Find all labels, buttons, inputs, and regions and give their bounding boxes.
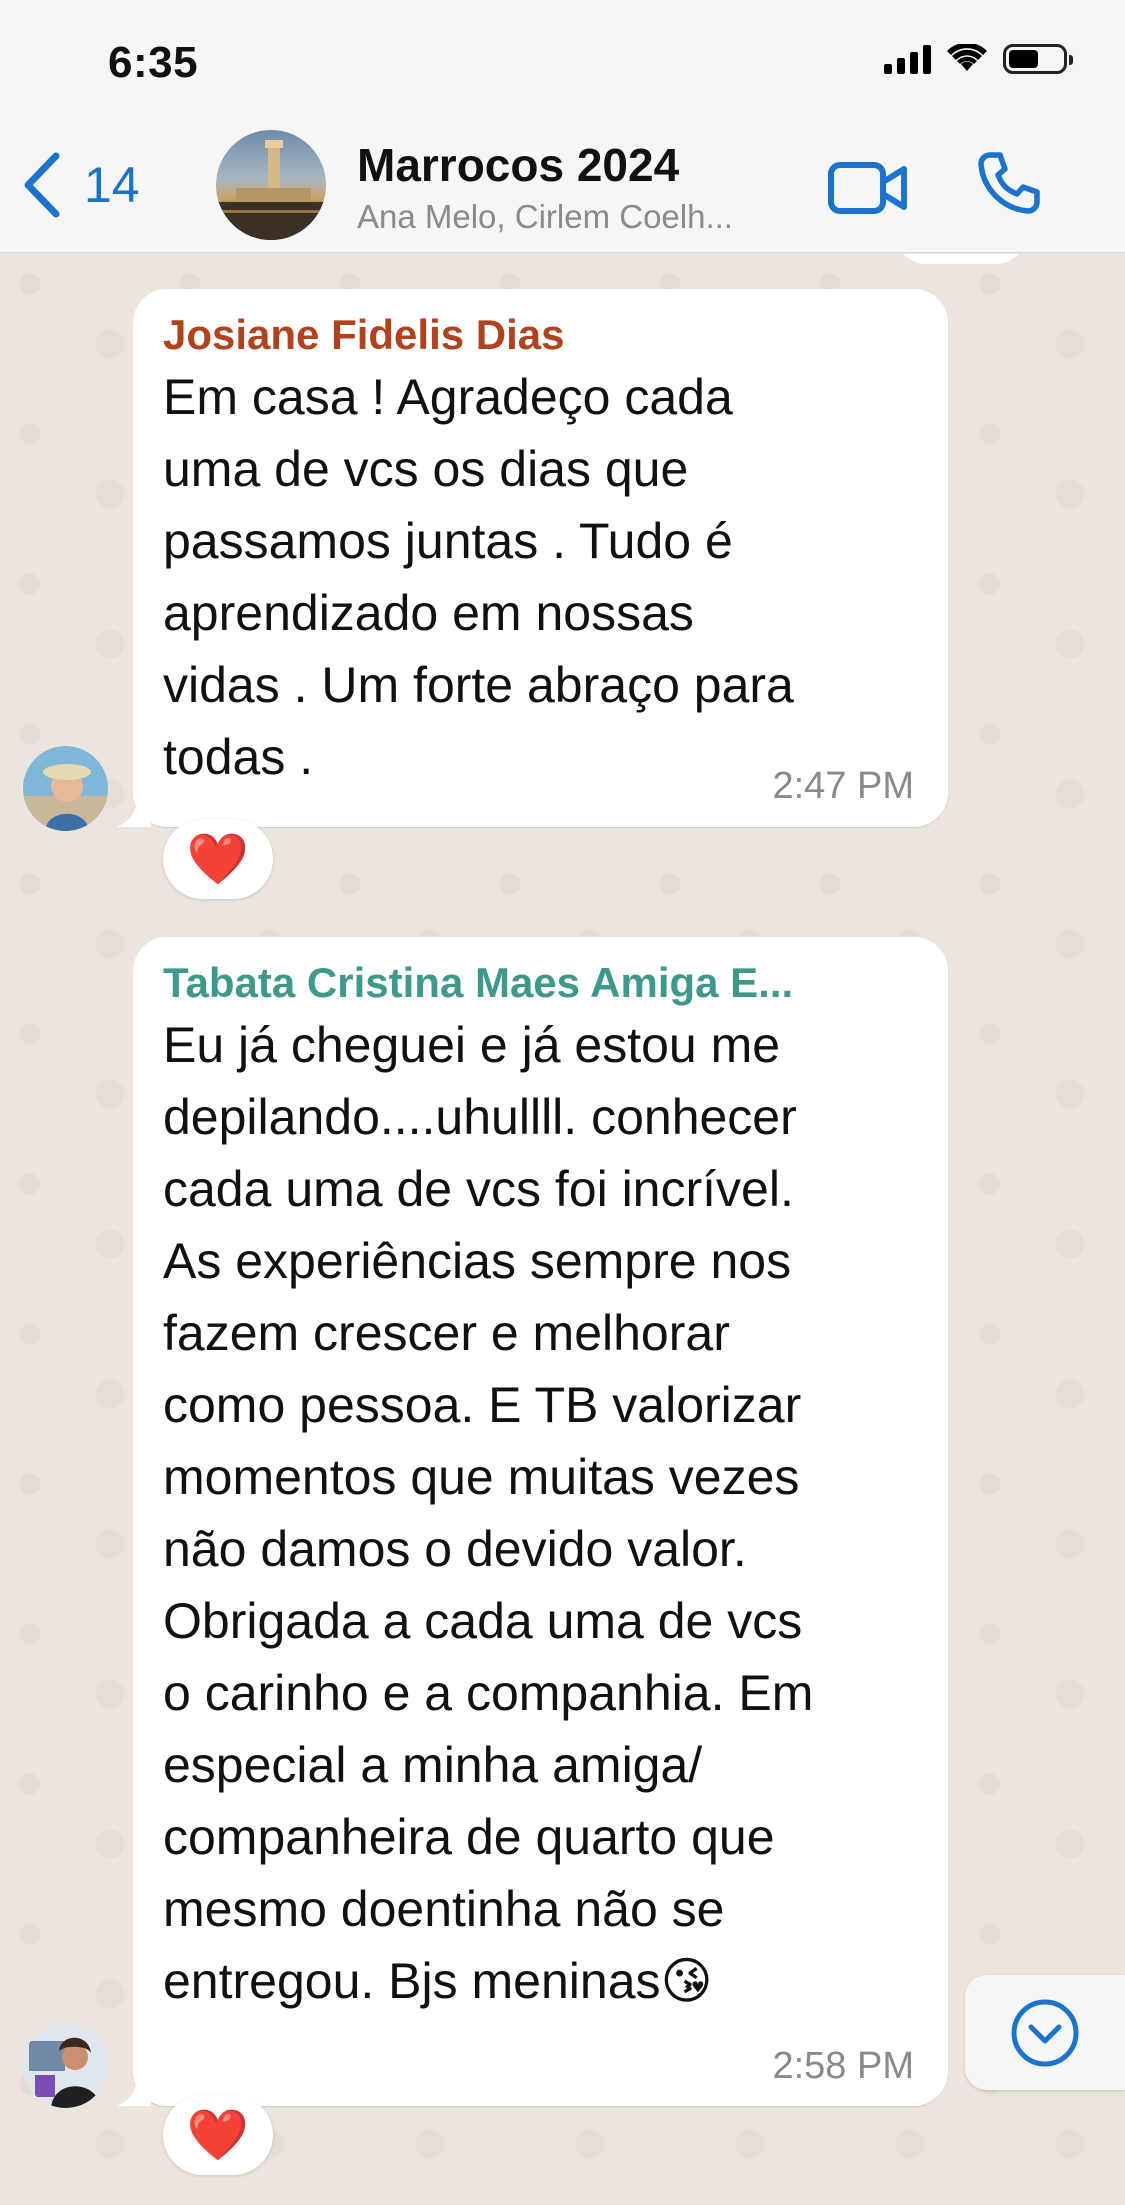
voice-call-button[interactable] <box>976 150 1042 221</box>
video-call-button[interactable] <box>828 160 908 221</box>
heart-icon: ❤️ <box>186 2105 250 2164</box>
chevron-left-icon <box>24 152 60 218</box>
heart-icon: ❤️ <box>186 829 250 888</box>
avatar[interactable] <box>23 746 108 831</box>
message-bubble[interactable]: Tabata Cristina Maes Amiga E... Eu já ch… <box>117 937 948 2106</box>
chevron-down-circle-icon <box>1011 1999 1079 2066</box>
chat-header: 14 Marrocos 2024 Ana Melo, Cirlem Coelh.… <box>0 120 1125 253</box>
battery-icon <box>1003 44 1073 74</box>
sender-name[interactable]: Tabata Cristina Maes Amiga E... <box>163 959 923 1007</box>
reaction-heart[interactable]: ❤️ <box>163 2095 273 2175</box>
unread-count: 14 <box>84 157 140 213</box>
group-info[interactable]: Marrocos 2024 Ana Melo, Cirlem Coelh... <box>357 138 797 236</box>
group-title: Marrocos 2024 <box>357 139 680 191</box>
video-camera-icon <box>828 162 907 214</box>
message-text: Eu já cheguei e já estou me depilando...… <box>163 1017 814 2009</box>
chat-area[interactable]: Josiane Fidelis Dias Em casa ! Agradeço … <box>0 254 1125 2205</box>
bubble-tail <box>117 2076 151 2106</box>
message-time: 2:47 PM <box>772 765 914 807</box>
sender-name[interactable]: Josiane Fidelis Dias <box>163 311 565 359</box>
phone-icon <box>978 152 1040 214</box>
group-members: Ana Melo, Cirlem Coelh... <box>357 198 733 235</box>
message-text: Em casa ! Agradeço cada uma de vcs os di… <box>163 369 794 785</box>
status-time: 6:35 <box>108 38 199 87</box>
reaction-heart[interactable]: ❤️ <box>163 819 273 899</box>
wifi-icon <box>947 44 987 71</box>
group-avatar[interactable] <box>216 130 326 240</box>
signal-icon <box>884 44 931 74</box>
bubble-tail <box>117 797 151 827</box>
status-icons <box>884 44 1073 74</box>
avatar[interactable] <box>23 2023 108 2108</box>
message-bubble[interactable]: Josiane Fidelis Dias Em casa ! Agradeço … <box>117 289 948 827</box>
message-time: 2:58 PM <box>772 2045 914 2087</box>
back-button[interactable]: 14 <box>22 152 140 218</box>
scroll-to-bottom-button[interactable] <box>965 1975 1125 2090</box>
status-bar: 6:35 <box>0 0 1125 120</box>
